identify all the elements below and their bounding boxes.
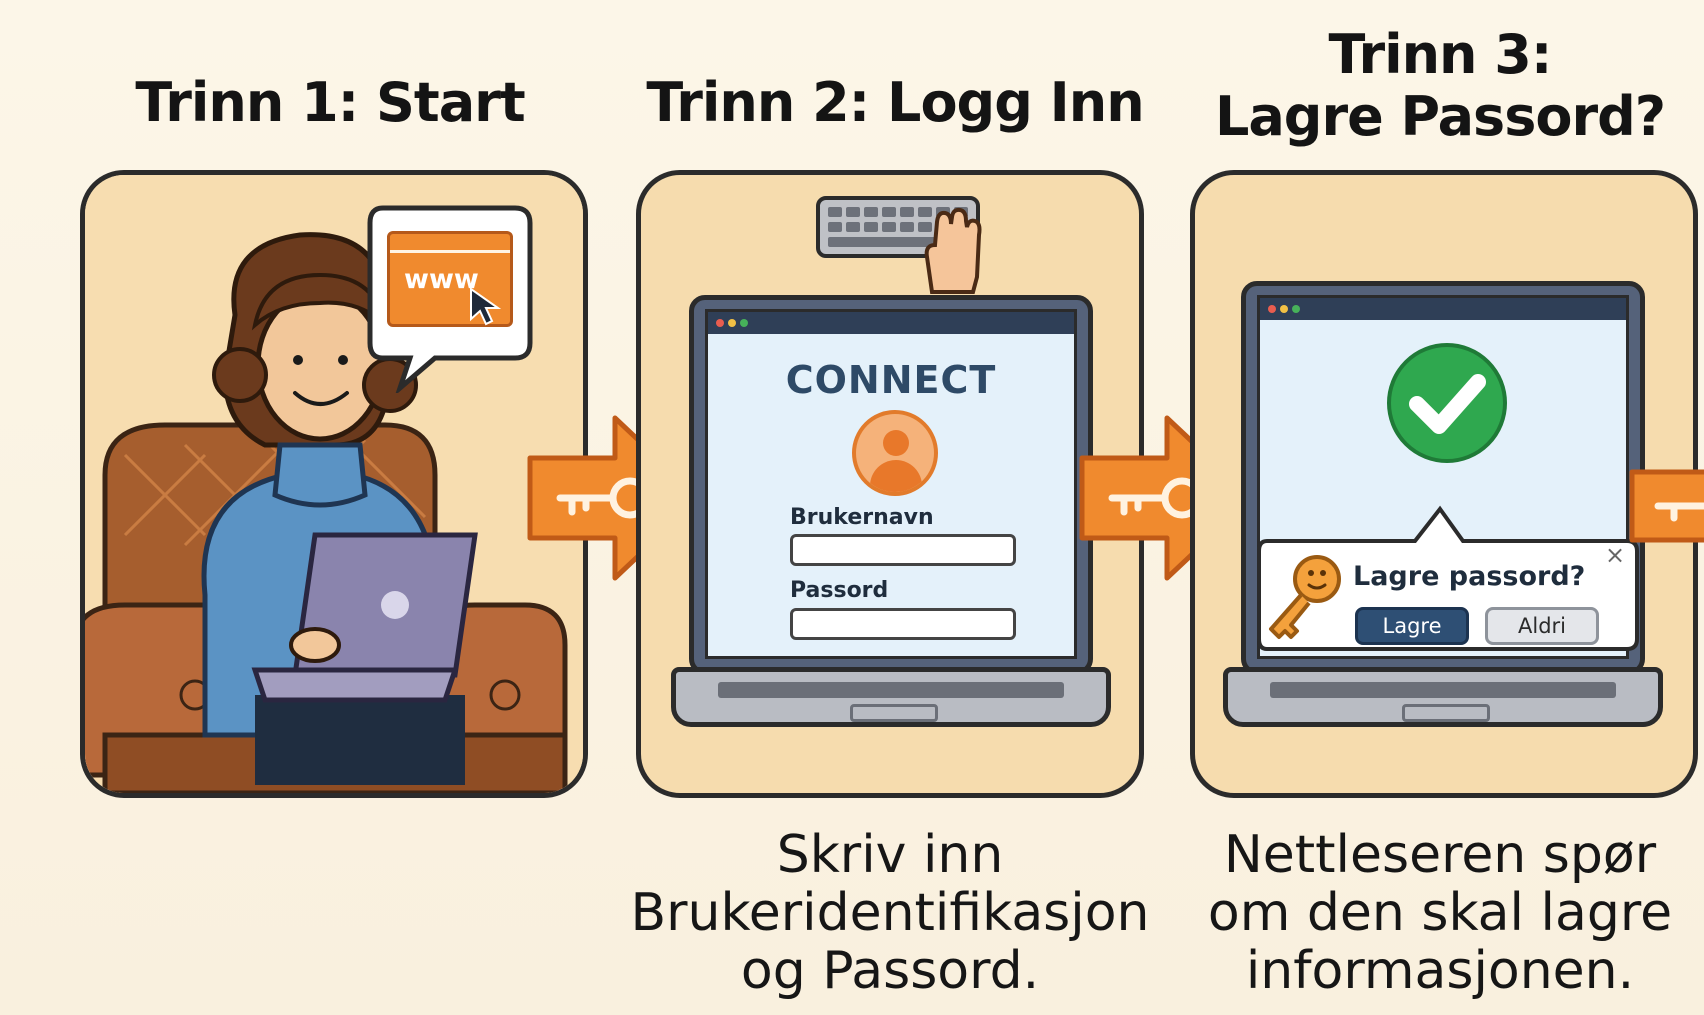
browser-window: CONNECT Brukernavn Passord — [705, 309, 1077, 659]
step-2-caption-line-1: Skriv inn — [776, 825, 1004, 885]
step-2-panel: CONNECT Brukernavn Passord — [636, 170, 1144, 798]
laptop-base — [671, 667, 1111, 727]
step-1-panel: www — [80, 170, 588, 798]
step-2-caption-line-2: Brukeridentifikasjon — [630, 883, 1150, 943]
step-3-title-line-1: Trinn 3: — [1328, 23, 1553, 86]
step-3-panel: Lagre passord? × Lagre Aldri — [1190, 170, 1698, 798]
username-label: Brukernavn — [790, 505, 934, 530]
step-2-caption-line-3: og Passord. — [740, 941, 1040, 1001]
step-3-caption-line-1: Nettleseren spør — [1223, 825, 1657, 885]
step-3-title: Trinn 3: Lagre Passord? — [1190, 24, 1690, 148]
save-password-dialog: Lagre passord? × Lagre Aldri — [1255, 503, 1641, 651]
cursor-icon — [470, 287, 502, 326]
browser-titlebar-step-3 — [1260, 298, 1626, 320]
step-3-caption-line-2: om den skal lagre — [1207, 883, 1673, 943]
step-1-title-line: Trinn 1: Start — [135, 71, 525, 134]
close-icon[interactable]: × — [1605, 543, 1625, 567]
step-3-title-line-2: Lagre Passord? — [1214, 85, 1666, 148]
step-1-title: Trinn 1: Start — [80, 72, 580, 134]
step-2-caption: Skriv inn Brukeridentifikasjon og Passor… — [630, 826, 1150, 1000]
password-field[interactable] — [790, 608, 1016, 640]
step-3-caption-line-3: informasjonen. — [1245, 941, 1635, 1001]
never-button[interactable]: Aldri — [1485, 607, 1599, 645]
browser-titlebar — [708, 312, 1074, 334]
laptop-step-2: CONNECT Brukernavn Passord — [671, 295, 1111, 751]
speech-bubble: www — [365, 203, 535, 396]
dialog-title: Lagre passord? — [1353, 561, 1586, 592]
user-icon — [852, 410, 938, 496]
step-2-title: Trinn 2: Logg Inn — [635, 72, 1155, 134]
hand-icon — [924, 207, 982, 294]
arrow-step-3-next — [1629, 469, 1704, 543]
step-3-caption: Nettleseren spør om den skal lagre infor… — [1190, 826, 1690, 1000]
key-icon — [1269, 555, 1341, 639]
connect-heading: CONNECT — [785, 358, 997, 402]
tutorial-stage: Trinn 1: Start Trinn 2: Logg Inn Trinn 3… — [0, 0, 1704, 1015]
step-2-title-line: Trinn 2: Logg Inn — [646, 71, 1144, 134]
password-label: Passord — [790, 578, 889, 603]
username-field[interactable] — [790, 534, 1016, 566]
laptop-base-step-3 — [1223, 667, 1663, 727]
save-button[interactable]: Lagre — [1355, 607, 1469, 645]
checkmark-icon — [1387, 343, 1507, 463]
browser-window-icon: www — [387, 231, 513, 327]
